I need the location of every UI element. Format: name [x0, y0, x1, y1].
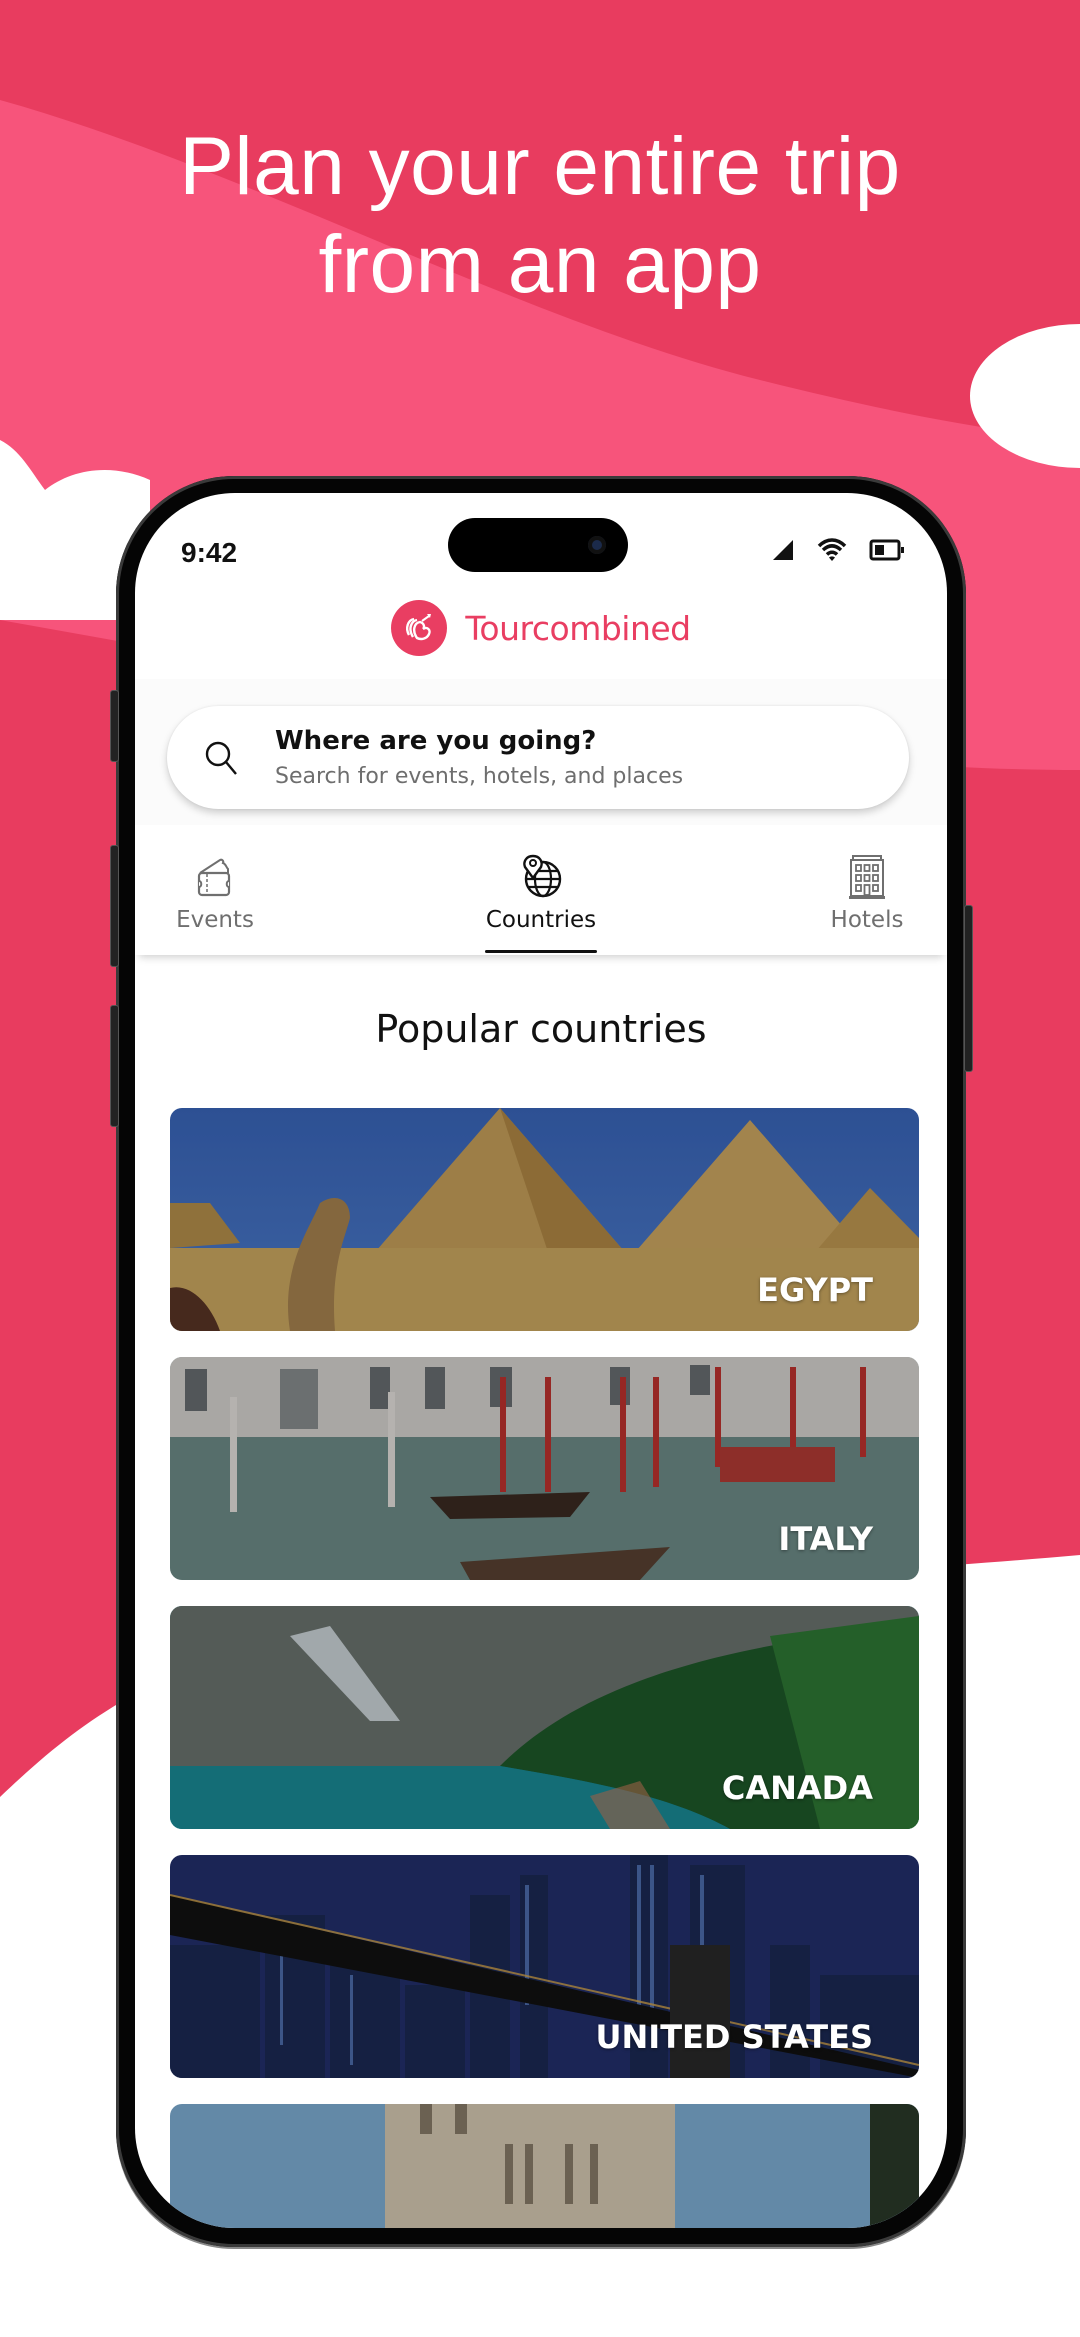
status-icons [771, 537, 905, 563]
battery-icon [869, 538, 905, 562]
section-title: Popular countries [375, 1007, 707, 1051]
country-card-canada[interactable]: CANADA [170, 1606, 919, 1829]
country-card-partial[interactable] [170, 2104, 919, 2228]
phone-volume-down-button [110, 1005, 119, 1127]
phone-power-button [964, 905, 973, 1072]
app-screen: 9:42 Tourcombined Where are you going? S… [135, 493, 947, 2228]
search-bar[interactable]: Where are you going? Search for events, … [167, 706, 909, 809]
promo-headline-line1: Plan your entire trip [179, 121, 901, 212]
tab-countries-label: Countries [485, 907, 597, 933]
country-card-united-states[interactable]: UNITED STATES [170, 1855, 919, 2078]
tourcombined-logo-icon [391, 600, 448, 656]
tab-events[interactable]: Events [135, 831, 295, 955]
app-name: Tourcombined [465, 608, 691, 648]
phone-action-button [110, 690, 119, 762]
tab-hotels-label: Hotels [830, 907, 904, 933]
country-name: UNITED STATES [595, 2018, 873, 2056]
tab-events-label: Events [176, 907, 254, 933]
promo-headline: Plan your entire trip from an app [0, 118, 1080, 314]
tab-hotels[interactable]: Hotels [787, 831, 947, 955]
promo-headline-line2: from an app [318, 219, 762, 310]
front-camera-icon [588, 536, 606, 554]
country-name: CANADA [721, 1769, 873, 1807]
status-time: 9:42 [181, 537, 238, 568]
tab-countries[interactable]: Countries [461, 831, 621, 955]
active-tab-indicator [485, 950, 597, 953]
country-name: EGYPT [757, 1271, 873, 1309]
ticket-icon [194, 853, 236, 901]
country-card-italy[interactable]: ITALY [170, 1357, 919, 1580]
search-icon [204, 740, 240, 783]
phone-volume-up-button [110, 845, 119, 967]
globe-pin-icon [519, 853, 563, 901]
search-title: Where are you going? [275, 726, 597, 756]
country-name: ITALY [778, 1520, 873, 1558]
search-placeholder: Search for events, hotels, and places [275, 764, 684, 789]
category-tabs: Events Countries Hotels [135, 831, 947, 955]
dynamic-island [448, 518, 628, 572]
country-card-egypt[interactable]: EGYPT [170, 1108, 919, 1331]
cellular-signal-icon [771, 538, 795, 562]
hotel-building-icon [845, 853, 889, 901]
wifi-icon [817, 537, 847, 563]
app-header: Tourcombined [135, 600, 947, 656]
